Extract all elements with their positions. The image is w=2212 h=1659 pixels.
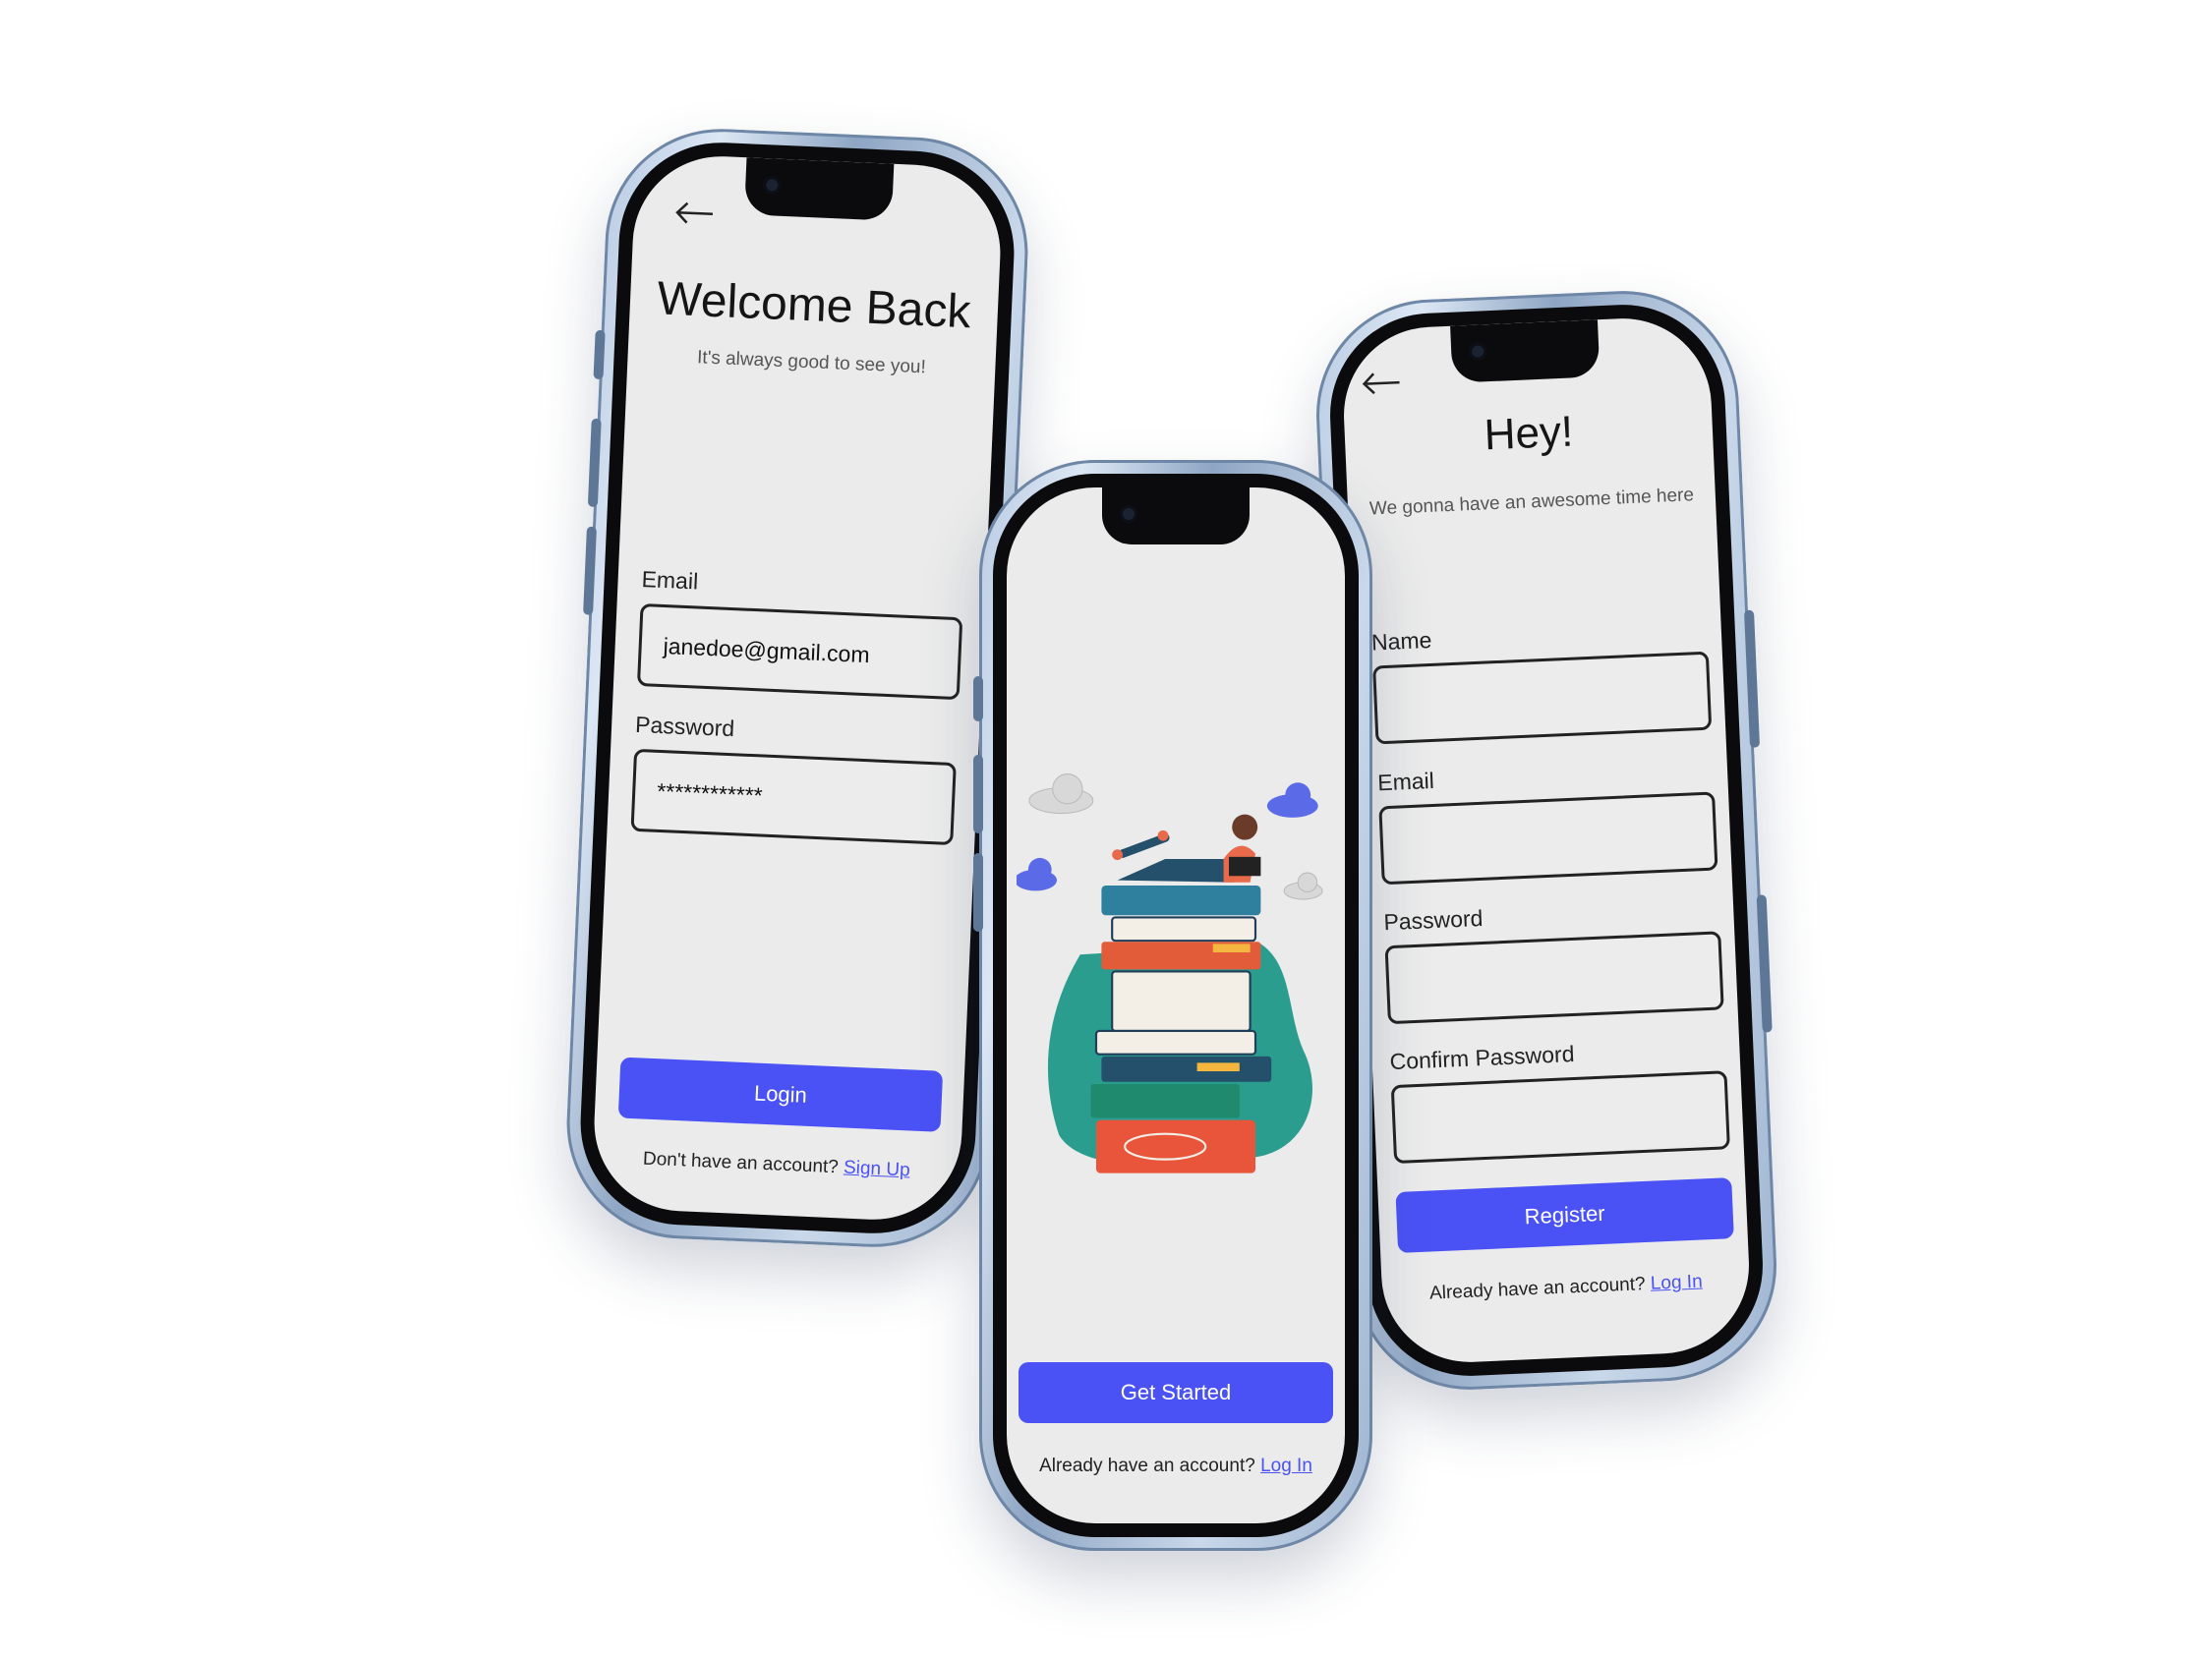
register-screen: Hey! We gonna have an awesome time here … bbox=[1340, 315, 1753, 1366]
signup-prompt-text: Don't have an account? bbox=[642, 1148, 840, 1178]
login-prompt-text: Already have an account? bbox=[1428, 1274, 1647, 1304]
get-started-button[interactable]: Get Started bbox=[1019, 1362, 1333, 1423]
phone-register: Hey! We gonna have an awesome time here … bbox=[1310, 286, 1782, 1395]
notch bbox=[743, 157, 895, 221]
name-field[interactable] bbox=[1372, 651, 1713, 745]
phone-welcome: Get Started Already have an account? Log… bbox=[973, 460, 1372, 1551]
phone-login: Welcome Back It's always good to see you… bbox=[561, 124, 1033, 1252]
back-arrow-icon[interactable] bbox=[1360, 368, 1402, 399]
confirm-password-label: Confirm Password bbox=[1389, 1040, 1575, 1075]
welcome-screen: Get Started Already have an account? Log… bbox=[1007, 487, 1345, 1523]
back-arrow-icon[interactable] bbox=[672, 198, 715, 229]
confirm-password-field[interactable] bbox=[1390, 1070, 1730, 1165]
page-subtitle: We gonna have an awesome time here bbox=[1368, 485, 1695, 520]
password-field[interactable] bbox=[1384, 931, 1724, 1025]
name-label: Name bbox=[1370, 626, 1432, 656]
cloud-icon bbox=[1266, 782, 1318, 818]
side-button bbox=[973, 676, 983, 721]
signup-prompt: Don't have an account? Sign Up bbox=[592, 1146, 960, 1183]
email-field[interactable]: janedoe@gmail.com bbox=[636, 602, 963, 701]
login-link[interactable]: Log In bbox=[1260, 1456, 1312, 1476]
password-label: Password bbox=[634, 711, 735, 742]
password-label: Password bbox=[1382, 904, 1484, 936]
email-label: Email bbox=[1376, 767, 1435, 796]
notch bbox=[1102, 487, 1250, 544]
cloud-icon bbox=[1028, 773, 1094, 815]
books-illustration bbox=[1017, 773, 1323, 1173]
cloud-icon bbox=[1017, 857, 1058, 891]
login-button[interactable]: Login bbox=[617, 1057, 944, 1132]
side-button bbox=[973, 755, 983, 833]
login-prompt: Already have an account? Log In bbox=[1382, 1269, 1751, 1306]
password-field[interactable]: ************ bbox=[630, 748, 957, 846]
page-title: Hey! bbox=[1483, 407, 1575, 460]
login-prompt-text: Already have an account? bbox=[1039, 1456, 1255, 1476]
register-button[interactable]: Register bbox=[1395, 1177, 1734, 1253]
login-screen: Welcome Back It's always good to see you… bbox=[590, 152, 1005, 1224]
camera bbox=[1120, 505, 1137, 523]
login-link[interactable]: Log In bbox=[1650, 1272, 1703, 1294]
page-title: Welcome Back bbox=[656, 272, 972, 339]
notch bbox=[1450, 319, 1601, 383]
signup-link[interactable]: Sign Up bbox=[844, 1158, 910, 1181]
camera bbox=[1468, 342, 1487, 361]
cloud-icon bbox=[1283, 872, 1323, 900]
email-label: Email bbox=[641, 566, 699, 595]
login-prompt: Already have an account? Log In bbox=[1007, 1456, 1345, 1477]
camera bbox=[762, 176, 782, 195]
email-field[interactable] bbox=[1378, 791, 1718, 886]
page-subtitle: It's always good to see you! bbox=[696, 347, 927, 378]
side-button bbox=[973, 853, 983, 932]
